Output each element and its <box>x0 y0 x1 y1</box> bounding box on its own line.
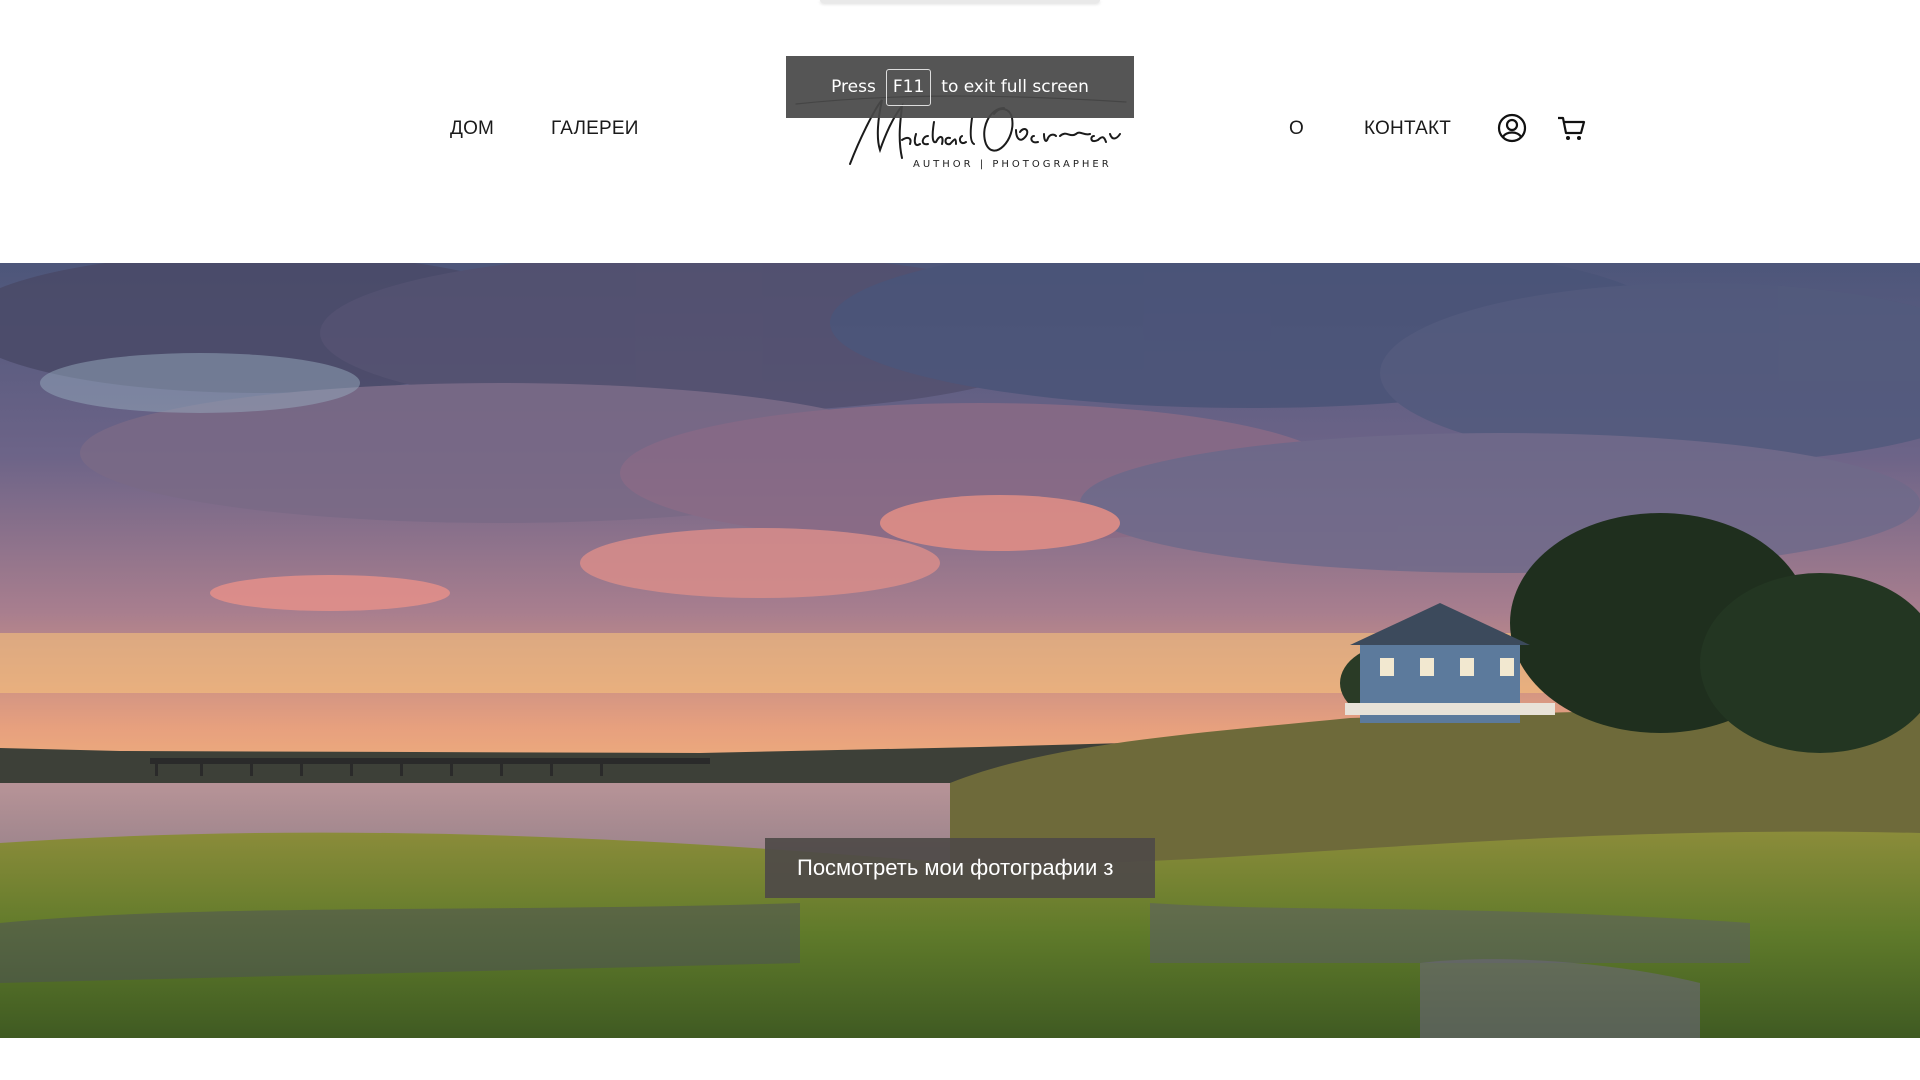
nav-galleries-link[interactable]: ГАЛЕРЕИ <box>551 118 639 140</box>
shopping-cart-icon[interactable] <box>1555 112 1587 144</box>
logo-subtitle: AUTHOR | PHOTOGRAPHER <box>913 159 1112 170</box>
toast-prefix: Press <box>831 77 876 97</box>
browser-top-hint <box>820 0 1100 3</box>
site-header: ДОМ ГАЛЕРЕИ AUTHOR | PHOTOGRAPHER О КОНТ… <box>0 0 1920 263</box>
user-circle-icon[interactable] <box>1496 112 1528 144</box>
fullscreen-exit-toast: Press F11 to exit full screen <box>786 56 1134 118</box>
nav-home-link[interactable]: ДОМ <box>450 118 494 140</box>
nav-about-link[interactable]: О <box>1289 118 1304 140</box>
view-photos-button[interactable]: Посмотреть мои фотографии з <box>765 838 1155 898</box>
nav-contact-link[interactable]: КОНТАКТ <box>1364 118 1451 140</box>
landscape-photo <box>0 263 1920 1038</box>
view-photos-button-label: Посмотреть мои фотографии з <box>797 855 1114 880</box>
toast-suffix: to exit full screen <box>941 77 1089 97</box>
toast-key: F11 <box>885 68 932 106</box>
hero-image <box>0 263 1920 1038</box>
